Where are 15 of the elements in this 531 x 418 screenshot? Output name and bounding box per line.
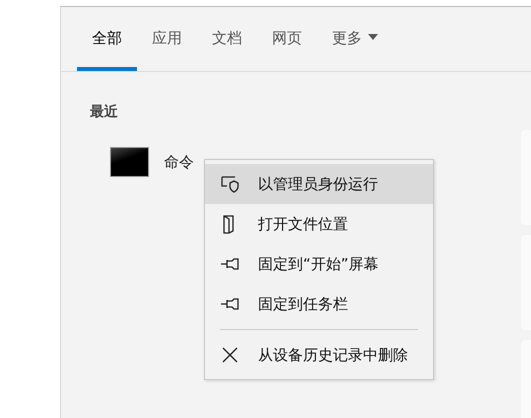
menu-item[interactable]: 以管理员身份运行 <box>205 164 433 204</box>
terminal-icon <box>110 147 149 177</box>
tab[interactable]: 应用 <box>137 7 197 71</box>
tab[interactable]: 更多 <box>317 7 393 71</box>
tab[interactable]: 全部 <box>77 7 137 71</box>
section-heading: 最近 <box>90 103 118 122</box>
menu-item[interactable]: 固定到任务栏 <box>205 284 433 324</box>
menu-item[interactable]: 固定到“开始”屏幕 <box>205 244 433 284</box>
close-icon <box>220 345 240 365</box>
menu-item[interactable]: 打开文件位置 <box>205 204 433 244</box>
app-name[interactable]: 命令 <box>164 150 194 174</box>
tab[interactable]: 文档 <box>197 7 257 71</box>
menu-item[interactable]: 从设备历史记录中删除 <box>205 335 433 375</box>
tab[interactable]: 网页 <box>257 7 317 71</box>
shield-icon <box>220 174 240 194</box>
